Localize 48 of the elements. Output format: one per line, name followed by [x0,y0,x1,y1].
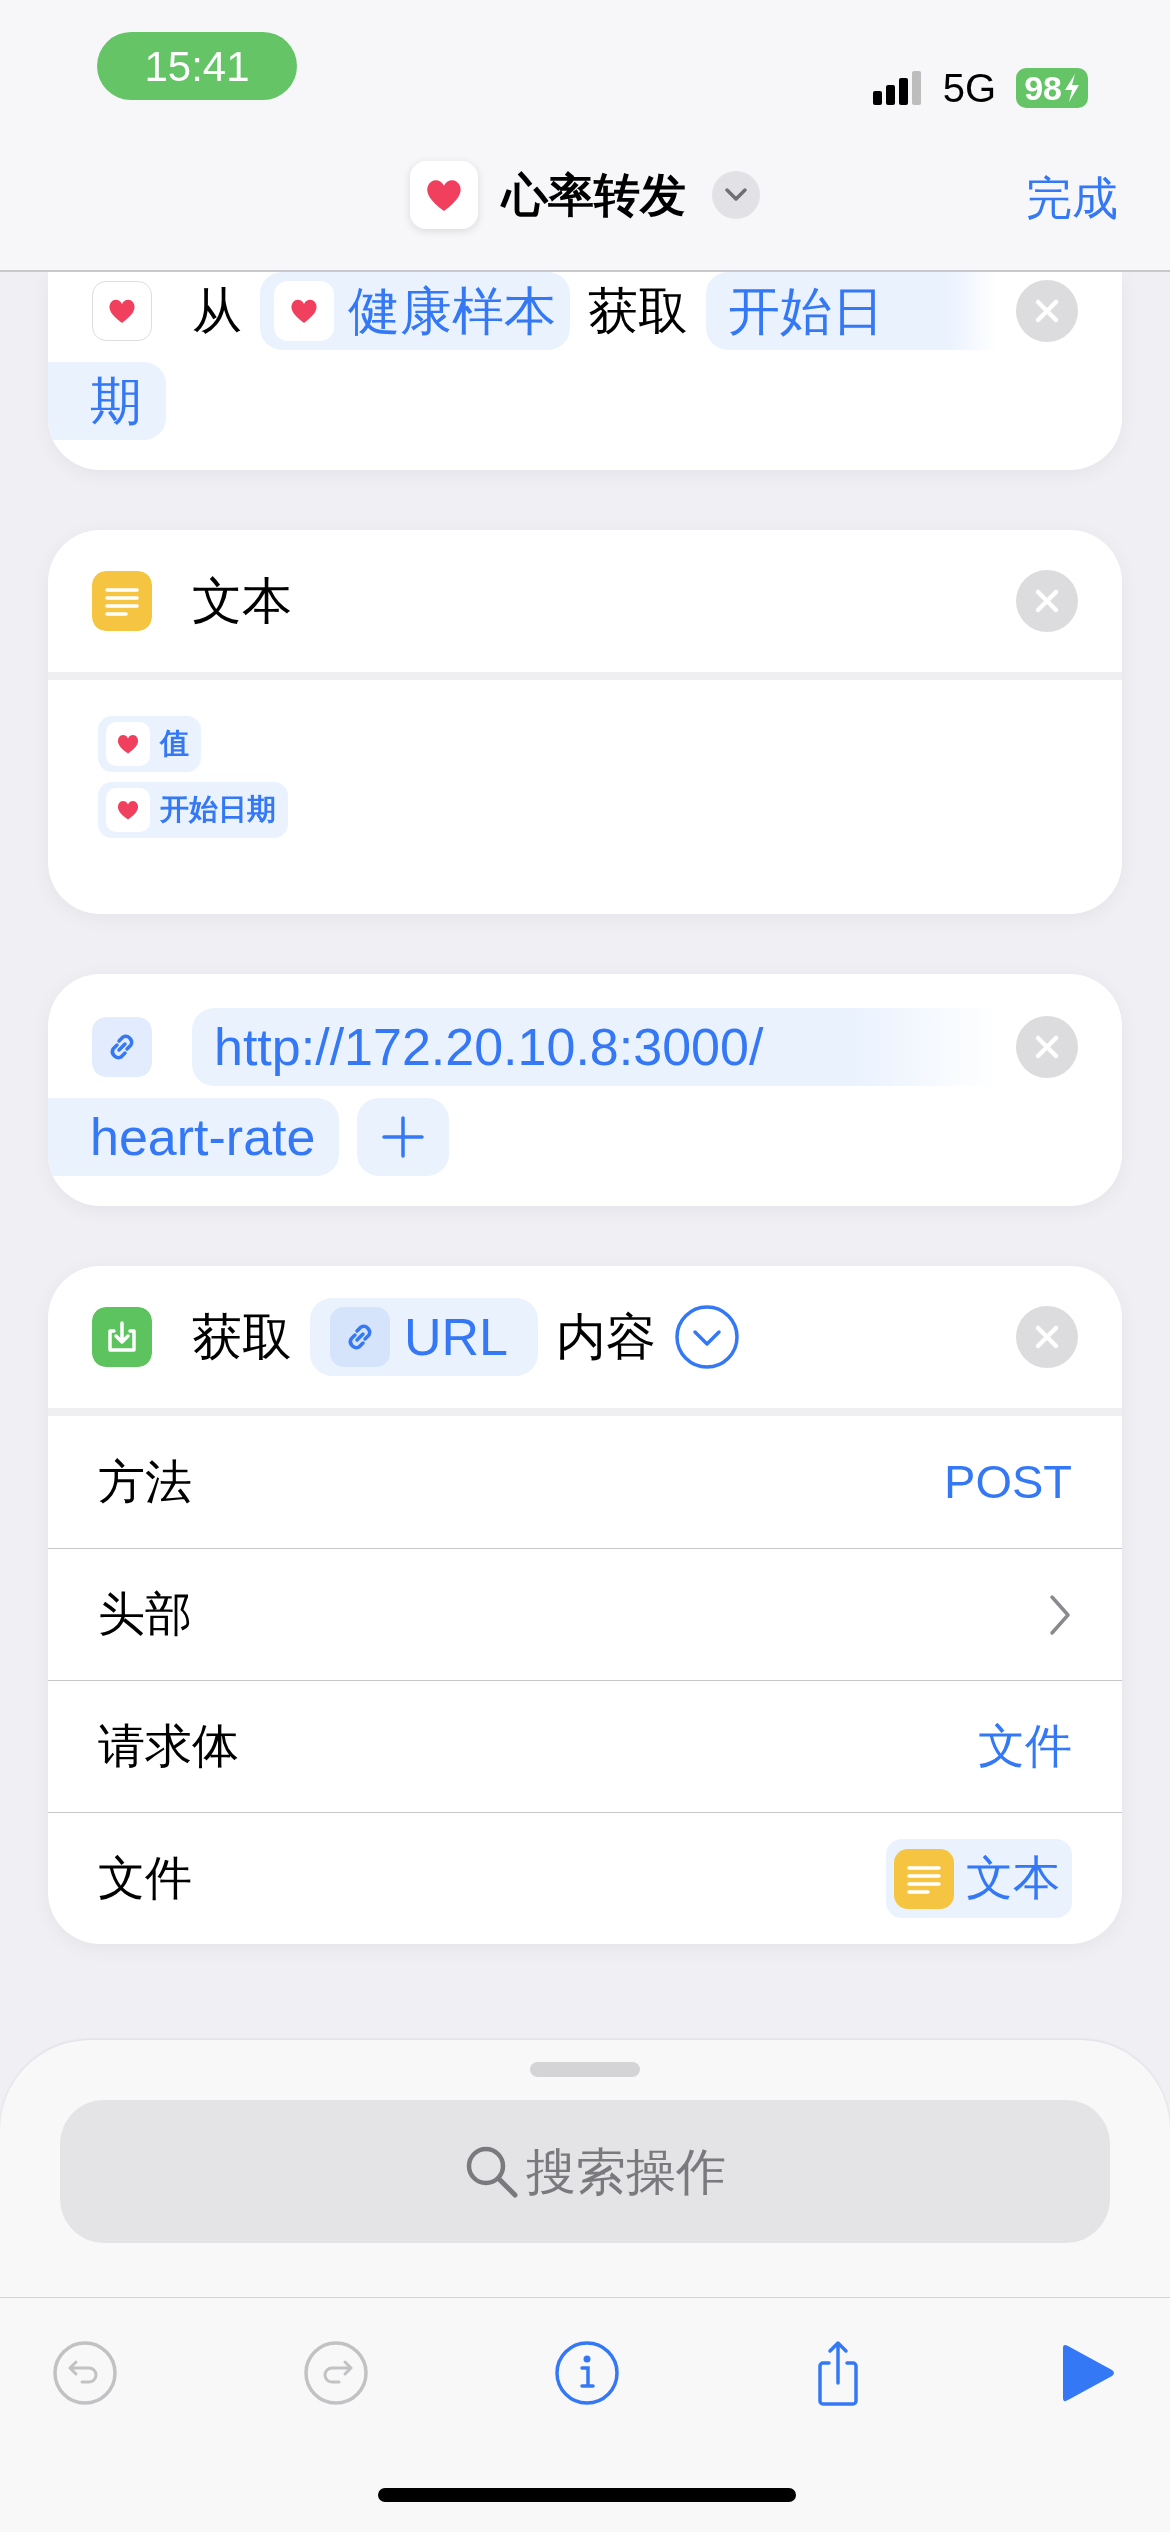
battery-level: 98 [1016,68,1088,108]
action-text: 文本 [192,571,292,631]
text-lines-icon [894,1848,954,1909]
variable-token[interactable]: 文本 [886,1839,1072,1918]
parameter-value[interactable]: POST [944,1446,1072,1518]
variable-token[interactable]: 健康样本 [260,272,570,350]
add-button[interactable] [357,1098,450,1176]
link-icon [92,1017,152,1077]
close-icon [1034,1324,1060,1350]
parameter-value[interactable]: 文件 [978,1711,1072,1782]
signal-icon [872,71,923,105]
action-text: 内容 [556,1307,657,1367]
info-icon [554,2339,620,2406]
bolt-icon [1064,74,1080,102]
variable-token[interactable]: 期 [48,362,166,440]
undo-icon [52,2339,118,2406]
done-button[interactable]: 完成 [1026,164,1118,233]
status-time: 15:41 [97,32,297,100]
close-icon [1034,1034,1060,1060]
parameter-label: 文件 [98,1850,192,1907]
variable-token[interactable]: heart-rate [48,1098,340,1176]
text-lines-icon [92,571,152,631]
link-icon [330,1307,390,1367]
parameter-label: 请求体 [98,1718,239,1775]
redo-icon [303,2339,369,2406]
variable-token[interactable]: 开始日期 [98,782,288,838]
parameter-label: 头部 [98,1586,192,1643]
title-menu-button[interactable] [712,171,760,219]
plus-icon [380,1114,427,1160]
variable-token[interactable]: 开始日 [706,272,998,350]
search-field[interactable]: 搜索操作 [60,2100,1110,2243]
close-icon [1034,588,1060,614]
chevron-down-icon [674,1304,741,1370]
disclosure-button[interactable] [1048,1592,1072,1637]
variable-token[interactable]: URL [310,1298,539,1376]
chevron-down-icon [724,187,748,203]
close-icon [1034,298,1060,324]
network-label: 5G [942,65,997,112]
action-text: 从 [192,281,242,341]
download-tray-icon [92,1307,152,1367]
info-button[interactable] [554,2339,620,2406]
variable-token[interactable]: 值 [98,716,201,772]
expand-button[interactable] [674,1304,741,1370]
parameter-label: 方法 [98,1453,192,1510]
action-text: 获取 [192,1307,292,1367]
action-text: 获取 [588,281,688,341]
chevron-right-icon [1048,1592,1072,1637]
shortcut-title: 心率转发 [502,167,686,223]
